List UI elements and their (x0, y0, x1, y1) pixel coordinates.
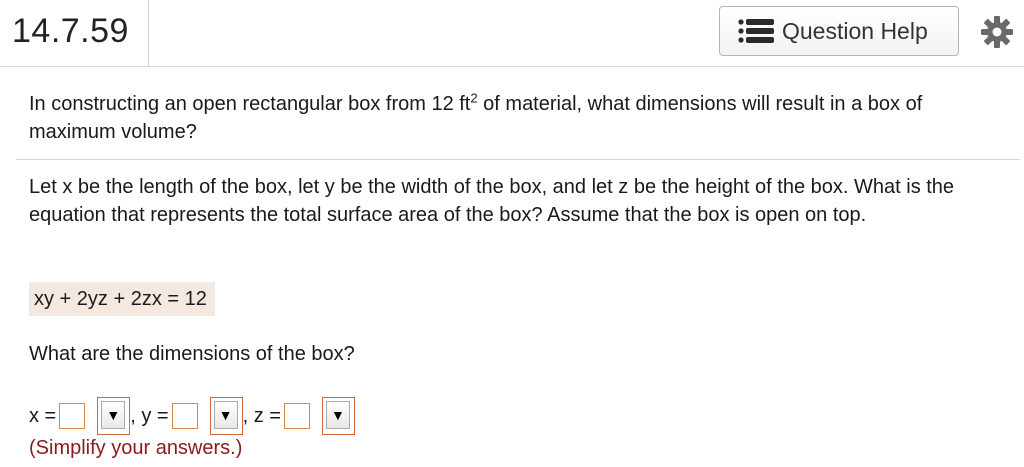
part1-answer: xy + 2yz + 2zx = 12 (29, 282, 215, 316)
z-unit-dropdown[interactable]: ▼ (321, 397, 355, 435)
z-input[interactable] (283, 403, 310, 429)
chevron-down-icon: ▼ (101, 401, 126, 429)
question-help-label: Question Help (782, 17, 928, 44)
simplify-hint: (Simplify your answers.) (29, 437, 243, 459)
part2-prompt: What are the dimensions of the box? (29, 343, 355, 365)
chevron-down-icon: ▼ (325, 401, 350, 429)
x-input[interactable] (59, 403, 86, 429)
z-label: , z = (242, 404, 281, 427)
chevron-down-icon: ▼ (213, 401, 238, 429)
dimensions-answer-row: x = ▼ , y = ▼ , z = ▼ (29, 396, 355, 436)
header-bar: 14.7.59 Question Help (0, 0, 1024, 67)
question-number: 14.7.59 (12, 12, 129, 50)
list-icon (738, 19, 774, 43)
header-divider (148, 0, 149, 66)
x-unit-dropdown[interactable]: ▼ (97, 397, 131, 435)
y-label: , y = (130, 404, 169, 427)
x-label: x = (29, 404, 57, 427)
part1-prompt: Let x be the length of the box, let y be… (29, 176, 955, 226)
superscript: 2 (470, 90, 478, 106)
section-divider (16, 159, 1020, 160)
gear-icon[interactable] (980, 15, 1014, 49)
question-help-button[interactable]: Question Help (719, 6, 959, 56)
question-text-start: In constructing an open rectangular box … (29, 93, 471, 115)
y-unit-dropdown[interactable]: ▼ (209, 397, 243, 435)
question-text: In constructing an open rectangular box … (29, 90, 999, 146)
y-input[interactable] (171, 403, 198, 429)
